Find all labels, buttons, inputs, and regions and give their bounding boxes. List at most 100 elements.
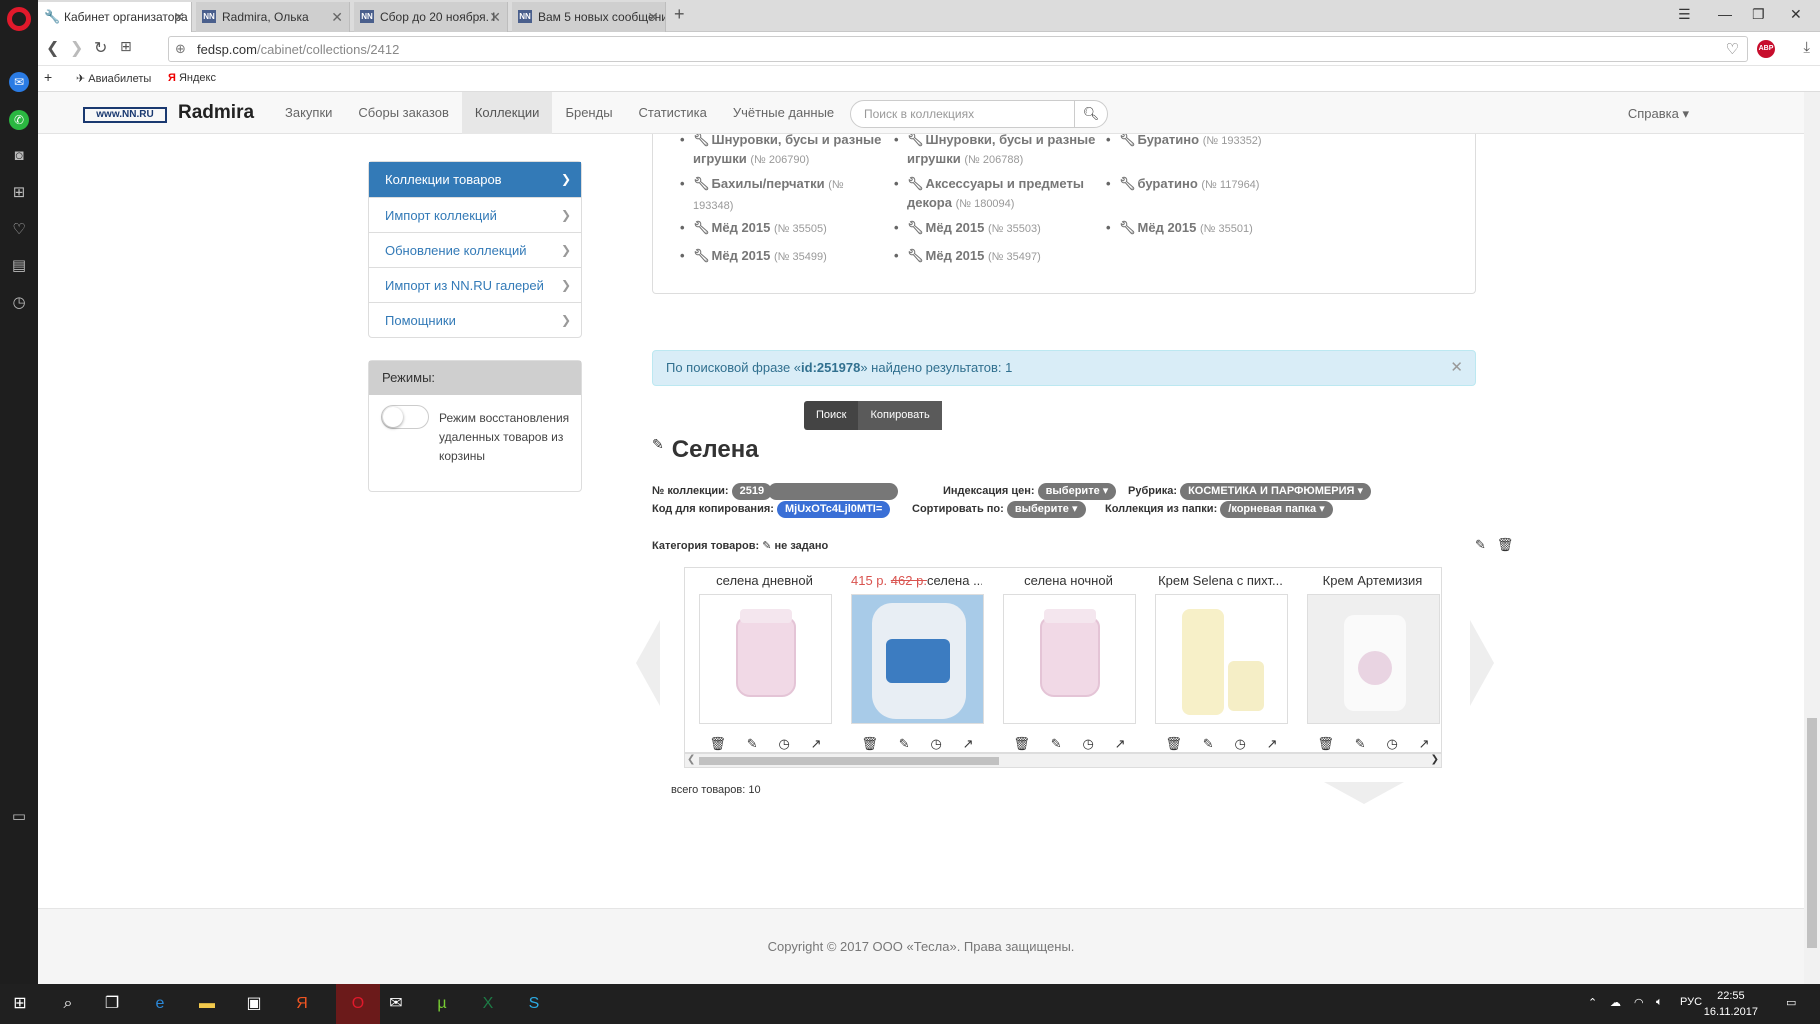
opera-logo-icon[interactable]: [7, 7, 31, 31]
language-indicator[interactable]: РУС: [1680, 996, 1702, 1008]
store-icon[interactable]: ▣: [242, 992, 266, 1016]
product-name[interactable]: 415 р. 462 р.селена ...: [837, 568, 982, 594]
restore-icon[interactable]: ❐: [1752, 6, 1765, 23]
nav-brendy[interactable]: Бренды: [552, 92, 625, 134]
close-icon[interactable]: ✕: [647, 2, 659, 32]
menu-import-nn[interactable]: Импорт из NN.RU галерей ❯: [369, 267, 581, 302]
price-index-dropdown[interactable]: выберите ▾: [1037, 483, 1117, 500]
product-name[interactable]: селена ночной: [989, 568, 1134, 594]
bookmark-aviabilety[interactable]: ✈ Авиабилеты: [76, 72, 151, 85]
search-icon[interactable]: ⌕: [56, 992, 80, 1016]
notifications-icon[interactable]: ▭: [1786, 996, 1796, 1009]
task-view-icon[interactable]: ❐: [100, 992, 124, 1016]
speed-dial-icon[interactable]: ⊞: [120, 38, 132, 55]
share-icon[interactable]: ↗: [1267, 736, 1278, 752]
product-image[interactable]: [1155, 594, 1288, 724]
share-icon[interactable]: ↗: [1419, 736, 1430, 752]
file-explorer-icon[interactable]: ▬: [195, 992, 219, 1016]
product-card[interactable]: Крем Selena с пихт... 🗑︎ ✎ ◷ ↗: [1141, 568, 1288, 752]
scroll-right-icon[interactable]: ❯: [1431, 754, 1439, 765]
close-icon[interactable]: ✕: [173, 2, 185, 32]
speed-dial-icon[interactable]: ⊞: [9, 183, 29, 203]
close-icon[interactable]: ✕: [489, 2, 501, 32]
collection-link[interactable]: • 🔧︎ Мёд 2015 (№ 35499): [680, 246, 883, 267]
collection-link[interactable]: • 🔧︎ Мёд 2015 (№ 35505): [680, 218, 883, 239]
product-image[interactable]: [851, 594, 984, 724]
edge-icon[interactable]: e: [148, 992, 172, 1016]
forward-icon[interactable]: ❯: [70, 38, 83, 58]
trash-icon[interactable]: 🗑︎: [1013, 736, 1030, 752]
nav-zakupki[interactable]: Закупки: [272, 92, 345, 134]
nav-uchetnye[interactable]: Учётные данные: [720, 92, 847, 134]
chevron-up-icon[interactable]: ⌃: [1588, 996, 1597, 1009]
product-image[interactable]: [699, 594, 832, 724]
menu-import[interactable]: Импорт коллекций ❯: [369, 197, 581, 232]
carousel-scrollbar[interactable]: ❮ ❯: [684, 753, 1442, 768]
product-card[interactable]: селена дневной 🗑︎ ✎ ◷ ↗: [685, 568, 832, 752]
trash-icon[interactable]: 🗑︎: [1165, 736, 1182, 752]
opera-taskbar-icon[interactable]: O: [336, 984, 380, 1024]
tab-messages[interactable]: NN Вам 5 новых сообщений ✕: [512, 2, 666, 32]
skype-icon[interactable]: S: [522, 992, 546, 1016]
collection-link[interactable]: • 🔧︎ Аксессуары и предметы декора (№ 18009…: [894, 174, 1097, 214]
yandex-browser-icon[interactable]: Я: [290, 992, 314, 1016]
close-icon[interactable]: ✕: [1450, 351, 1463, 385]
edit-icon[interactable]: ✎: [1475, 537, 1486, 552]
trash-icon[interactable]: 🗑︎: [1317, 736, 1334, 752]
share-icon[interactable]: ↗: [963, 736, 974, 752]
bookmark-yandex[interactable]: Я Яндекс: [168, 72, 216, 84]
trash-icon[interactable]: 🗑︎: [1497, 537, 1514, 552]
collection-link[interactable]: • 🔧︎ Мёд 2015 (№ 35501): [1106, 218, 1309, 239]
clock[interactable]: 22:55 16.11.2017: [1704, 988, 1758, 1020]
clock-icon[interactable]: ◷: [1082, 736, 1093, 752]
clock-icon[interactable]: ◷: [778, 736, 789, 752]
rubric-dropdown[interactable]: КОСМЕТИКА И ПАРФЮМЕРИЯ ▾: [1180, 483, 1371, 500]
minimize-icon[interactable]: —: [1718, 6, 1732, 22]
reload-icon[interactable]: ↻: [94, 38, 107, 58]
utorrent-icon[interactable]: µ: [430, 992, 454, 1016]
pencil-icon[interactable]: ✎: [747, 736, 758, 752]
search-input[interactable]: Поиск в коллекциях: [850, 100, 1075, 128]
tab-cabinet[interactable]: 🔧 Кабинет организатора ✕: [38, 2, 192, 32]
mail-icon[interactable]: ✉: [384, 992, 408, 1016]
adblock-icon[interactable]: ABP: [1757, 40, 1775, 58]
news-icon[interactable]: ▤: [9, 256, 29, 276]
sidebar-toggle-icon[interactable]: ▭: [9, 807, 29, 827]
tooltip-copy-button[interactable]: Копировать: [858, 401, 942, 430]
close-window-icon[interactable]: ✕: [1790, 6, 1802, 23]
bookmark-heart-icon[interactable]: ♡: [1726, 40, 1739, 58]
pencil-icon[interactable]: ✎: [652, 436, 664, 452]
restore-mode-toggle[interactable]: [381, 405, 429, 429]
wifi-icon[interactable]: ◠: [1634, 996, 1644, 1009]
tab-radmira[interactable]: NN Radmira, Олька ✕: [196, 2, 350, 32]
tab-sbor[interactable]: NN Сбор до 20 ноября. Натур ✕: [354, 2, 508, 32]
collection-link[interactable]: • 🔧︎ Мёд 2015 (№ 35497): [894, 246, 1097, 267]
pencil-icon[interactable]: ✎: [762, 540, 771, 552]
collection-link[interactable]: • 🔧︎ Мёд 2015 (№ 35503): [894, 218, 1097, 239]
collection-link[interactable]: • 🔧︎ Бахилы/перчатки (№ 193348): [680, 174, 883, 216]
cloud-icon[interactable]: ☁: [1610, 996, 1621, 1009]
category-value[interactable]: не задано: [775, 540, 829, 552]
search-icon[interactable]: 🔍︎: [1074, 100, 1108, 128]
clock-icon[interactable]: ◷: [930, 736, 941, 752]
folder-dropdown[interactable]: /корневая папка ▾: [1220, 501, 1333, 518]
pencil-icon[interactable]: ✎: [899, 736, 910, 752]
nav-sbory[interactable]: Сборы заказов: [345, 92, 461, 134]
whatsapp-icon[interactable]: ✆: [9, 110, 29, 130]
help-menu[interactable]: Справка ▾: [1628, 106, 1689, 122]
brand-title[interactable]: Radmira: [178, 102, 254, 124]
pencil-icon[interactable]: ✎: [1355, 736, 1366, 752]
copy-code-value[interactable]: MjUxOTc4Ljl0MTI=: [776, 501, 891, 518]
collection-link[interactable]: • 🔧︎ Шнуровки, бусы и разные игрушки (№ 20…: [894, 134, 1097, 170]
collection-link[interactable]: • 🔧︎ Шнуровки, бусы и разные игрушки (№ 20…: [680, 134, 883, 170]
excel-icon[interactable]: X: [476, 992, 500, 1016]
back-icon[interactable]: ❮: [46, 38, 59, 58]
new-tab-icon[interactable]: +: [674, 4, 685, 25]
pencil-icon[interactable]: ✎: [1203, 736, 1214, 752]
product-image[interactable]: [1307, 594, 1440, 724]
messenger-icon[interactable]: ✉: [9, 72, 29, 92]
carousel-expand-button[interactable]: [1324, 782, 1404, 804]
product-card[interactable]: 415 р. 462 р.селена ... 🗑︎ ✎ ◷ ↗: [837, 568, 984, 752]
share-icon[interactable]: ↗: [1115, 736, 1126, 752]
scroll-left-icon[interactable]: ❮: [687, 754, 695, 765]
